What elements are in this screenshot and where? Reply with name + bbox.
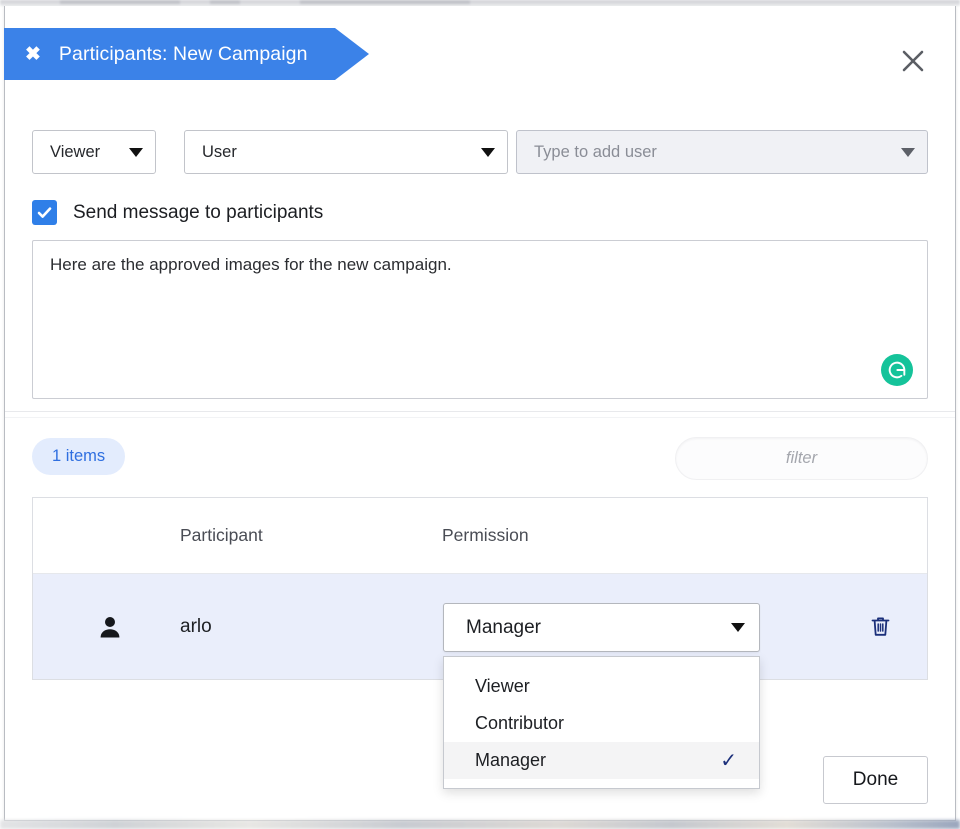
participants-dialog: ✖ Participants: New Campaign Viewer User… xyxy=(4,6,956,821)
filter-input[interactable]: filter xyxy=(675,437,928,480)
add-user-input[interactable]: Type to add user xyxy=(516,130,928,174)
close-icon[interactable] xyxy=(896,44,930,78)
role-select-value: Viewer xyxy=(50,143,119,162)
participant-name: arlo xyxy=(180,616,442,638)
section-divider-secondary xyxy=(5,417,955,418)
permission-option-label: Contributor xyxy=(475,713,737,734)
filter-placeholder: filter xyxy=(786,449,817,468)
participants-table: Participant Permission arlo xyxy=(32,497,928,680)
principal-type-value: User xyxy=(202,143,471,162)
trash-icon[interactable] xyxy=(868,615,892,639)
send-message-label: Send message to participants xyxy=(73,202,323,224)
add-user-placeholder: Type to add user xyxy=(534,143,891,162)
done-button[interactable]: Done xyxy=(823,756,928,804)
background-bottom-strip xyxy=(0,820,960,829)
message-textarea[interactable]: Here are the approved images for the new… xyxy=(32,240,928,399)
chevron-down-icon xyxy=(901,148,915,157)
chevron-down-icon xyxy=(481,148,495,157)
permission-option-label: Manager xyxy=(475,750,720,771)
role-select[interactable]: Viewer xyxy=(32,130,156,174)
check-icon: ✓ xyxy=(720,751,737,771)
chevron-down-icon xyxy=(129,148,143,157)
table-header-row: Participant Permission xyxy=(33,498,927,574)
principal-type-select[interactable]: User xyxy=(184,130,508,174)
items-count-label: 1 items xyxy=(52,447,105,466)
section-divider xyxy=(5,411,955,412)
send-message-checkbox[interactable] xyxy=(32,200,57,225)
done-button-label: Done xyxy=(853,769,898,791)
permission-option-contributor[interactable]: Contributor xyxy=(444,705,759,742)
person-icon xyxy=(33,615,180,639)
dialog-title-tag: ✖ Participants: New Campaign xyxy=(4,28,369,80)
message-text: Here are the approved images for the new… xyxy=(50,255,452,274)
permission-select[interactable]: Manager xyxy=(443,603,760,652)
dialog-titlebar: ✖ Participants: New Campaign xyxy=(5,28,955,80)
page-title: Participants: New Campaign xyxy=(59,43,308,66)
permission-dropdown-menu: Viewer Contributor Manager ✓ xyxy=(443,656,760,789)
send-message-checkbox-row[interactable]: Send message to participants xyxy=(32,200,323,225)
items-count-badge[interactable]: 1 items xyxy=(32,438,125,475)
permission-select-value: Manager xyxy=(466,617,721,639)
add-participant-controls: Viewer User Type to add user xyxy=(32,130,928,174)
column-header-permission: Permission xyxy=(442,525,529,546)
grammarly-icon[interactable] xyxy=(881,354,913,386)
permission-option-manager[interactable]: Manager ✓ xyxy=(444,742,759,779)
column-header-participant: Participant xyxy=(180,525,442,546)
x-icon[interactable]: ✖ xyxy=(25,45,41,64)
permission-option-label: Viewer xyxy=(475,676,737,697)
chevron-down-icon xyxy=(731,623,745,632)
permission-option-viewer[interactable]: Viewer xyxy=(444,668,759,705)
